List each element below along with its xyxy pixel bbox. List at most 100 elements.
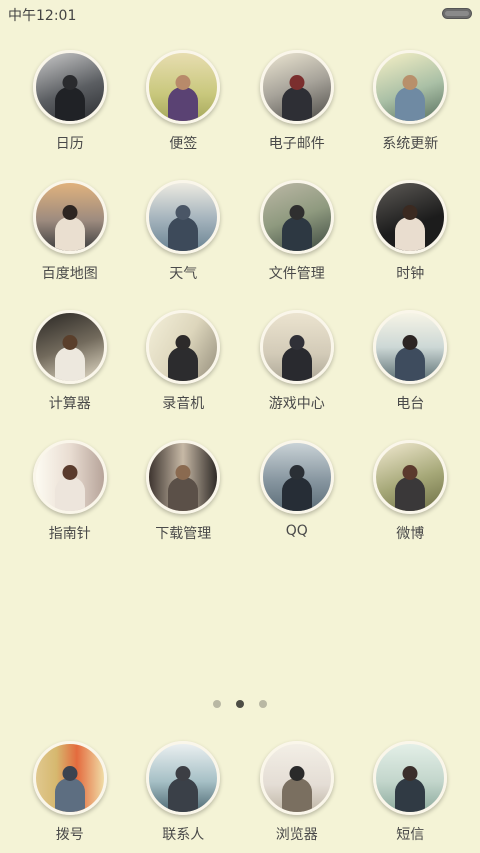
person-head	[402, 335, 418, 350]
app-label: 百度地图	[41, 266, 98, 282]
person-silhouette	[395, 217, 426, 251]
person-silhouette	[168, 217, 199, 251]
app-icon-百度地图[interactable]: 百度地图	[13, 180, 127, 294]
photo-person-icon[interactable]	[373, 741, 448, 815]
person-head	[402, 465, 418, 480]
page-dot[interactable]	[259, 700, 267, 708]
person-silhouette	[54, 217, 85, 251]
person-head	[402, 205, 418, 220]
app-label: 日历	[55, 136, 84, 152]
app-icon-时钟[interactable]: 时钟	[354, 180, 468, 294]
app-label: 便签	[169, 136, 198, 152]
app-icon-联系人[interactable]: 联系人	[127, 741, 241, 853]
status-time: 中午12:01	[8, 8, 77, 24]
app-icon-游戏中心[interactable]: 游戏中心	[240, 310, 354, 424]
photo-person-icon[interactable]	[259, 741, 334, 815]
person-head	[62, 205, 78, 220]
person-silhouette	[54, 778, 85, 812]
photo-person-icon[interactable]	[146, 440, 221, 514]
app-icon-录音机[interactable]: 录音机	[127, 310, 241, 424]
photo-person-icon[interactable]	[32, 440, 107, 514]
person-silhouette	[281, 477, 312, 511]
person-head	[289, 75, 305, 90]
photo-person-icon[interactable]	[373, 50, 448, 124]
app-label: 下载管理	[155, 526, 212, 542]
page-dot[interactable]	[213, 700, 221, 708]
app-icon-下载管理[interactable]: 下载管理	[127, 440, 241, 554]
app-label: 联系人	[162, 827, 205, 843]
photo-person-icon[interactable]	[146, 310, 221, 384]
photo-person-icon[interactable]	[259, 440, 334, 514]
photo-person-icon[interactable]	[146, 180, 221, 254]
person-silhouette	[281, 87, 312, 121]
photo-person-icon[interactable]	[32, 180, 107, 254]
person-silhouette	[395, 347, 426, 381]
app-icon-微博[interactable]: 微博	[354, 440, 468, 554]
app-label: 电台	[396, 396, 425, 412]
person-silhouette	[168, 87, 199, 121]
photo-person-icon[interactable]	[32, 50, 107, 124]
status-bar: 中午12:01	[0, 0, 480, 28]
app-label: 浏览器	[275, 827, 318, 843]
app-icon-日历[interactable]: 日历	[13, 50, 127, 164]
app-label: 文件管理	[268, 266, 325, 282]
photo-person-icon[interactable]	[146, 741, 221, 815]
person-silhouette	[168, 347, 199, 381]
person-head	[175, 75, 191, 90]
app-label: 系统更新	[382, 136, 439, 152]
app-icon-短信[interactable]: 短信	[354, 741, 468, 853]
photo-person-icon[interactable]	[373, 180, 448, 254]
photo-person-icon[interactable]	[32, 310, 107, 384]
person-silhouette	[395, 477, 426, 511]
app-icon-天气[interactable]: 天气	[127, 180, 241, 294]
person-silhouette	[168, 778, 199, 812]
photo-person-icon[interactable]	[259, 310, 334, 384]
photo-person-icon[interactable]	[373, 440, 448, 514]
person-head	[289, 766, 305, 781]
app-icon-文件管理[interactable]: 文件管理	[240, 180, 354, 294]
photo-person-icon[interactable]	[32, 741, 107, 815]
app-label: 电子邮件	[268, 136, 325, 152]
person-silhouette	[281, 347, 312, 381]
person-silhouette	[54, 477, 85, 511]
app-icon-浏览器[interactable]: 浏览器	[240, 741, 354, 853]
app-icon-指南针[interactable]: 指南针	[13, 440, 127, 554]
person-silhouette	[168, 477, 199, 511]
person-silhouette	[281, 778, 312, 812]
app-grid: 日历 便签 电子邮件 系统更新百度地图 天气 文件管理 时钟计算器 录音机 游戏中心 电台指南针 下…	[13, 50, 467, 554]
app-label: 指南针	[48, 526, 91, 542]
app-label: 计算器	[48, 396, 91, 412]
app-icon-电子邮件[interactable]: 电子邮件	[240, 50, 354, 164]
page-dot[interactable]	[236, 700, 244, 708]
person-head	[402, 766, 418, 781]
app-label: QQ	[285, 523, 308, 539]
person-head	[175, 766, 191, 781]
person-head	[175, 465, 191, 480]
app-icon-QQ[interactable]: QQ	[240, 440, 354, 554]
app-icon-电台[interactable]: 电台	[354, 310, 468, 424]
person-head	[175, 205, 191, 220]
app-icon-拨号[interactable]: 拨号	[13, 741, 127, 853]
app-label: 录音机	[162, 396, 205, 412]
person-head	[62, 465, 78, 480]
person-silhouette	[395, 87, 426, 121]
person-silhouette	[395, 778, 426, 812]
app-label: 游戏中心	[268, 396, 325, 412]
person-head	[175, 335, 191, 350]
app-label: 时钟	[396, 266, 425, 282]
app-icon-计算器[interactable]: 计算器	[13, 310, 127, 424]
person-silhouette	[281, 217, 312, 251]
person-head	[289, 465, 305, 480]
app-label: 天气	[169, 266, 198, 282]
app-icon-便签[interactable]: 便签	[127, 50, 241, 164]
photo-person-icon[interactable]	[146, 50, 221, 124]
person-head	[289, 205, 305, 220]
photo-person-icon[interactable]	[259, 180, 334, 254]
app-icon-系统更新[interactable]: 系统更新	[354, 50, 468, 164]
person-silhouette	[54, 87, 85, 121]
photo-person-icon[interactable]	[259, 50, 334, 124]
person-head	[62, 335, 78, 350]
dock: 拨号 联系人 浏览器 短信	[13, 741, 467, 853]
battery-icon	[442, 8, 472, 19]
photo-person-icon[interactable]	[373, 310, 448, 384]
